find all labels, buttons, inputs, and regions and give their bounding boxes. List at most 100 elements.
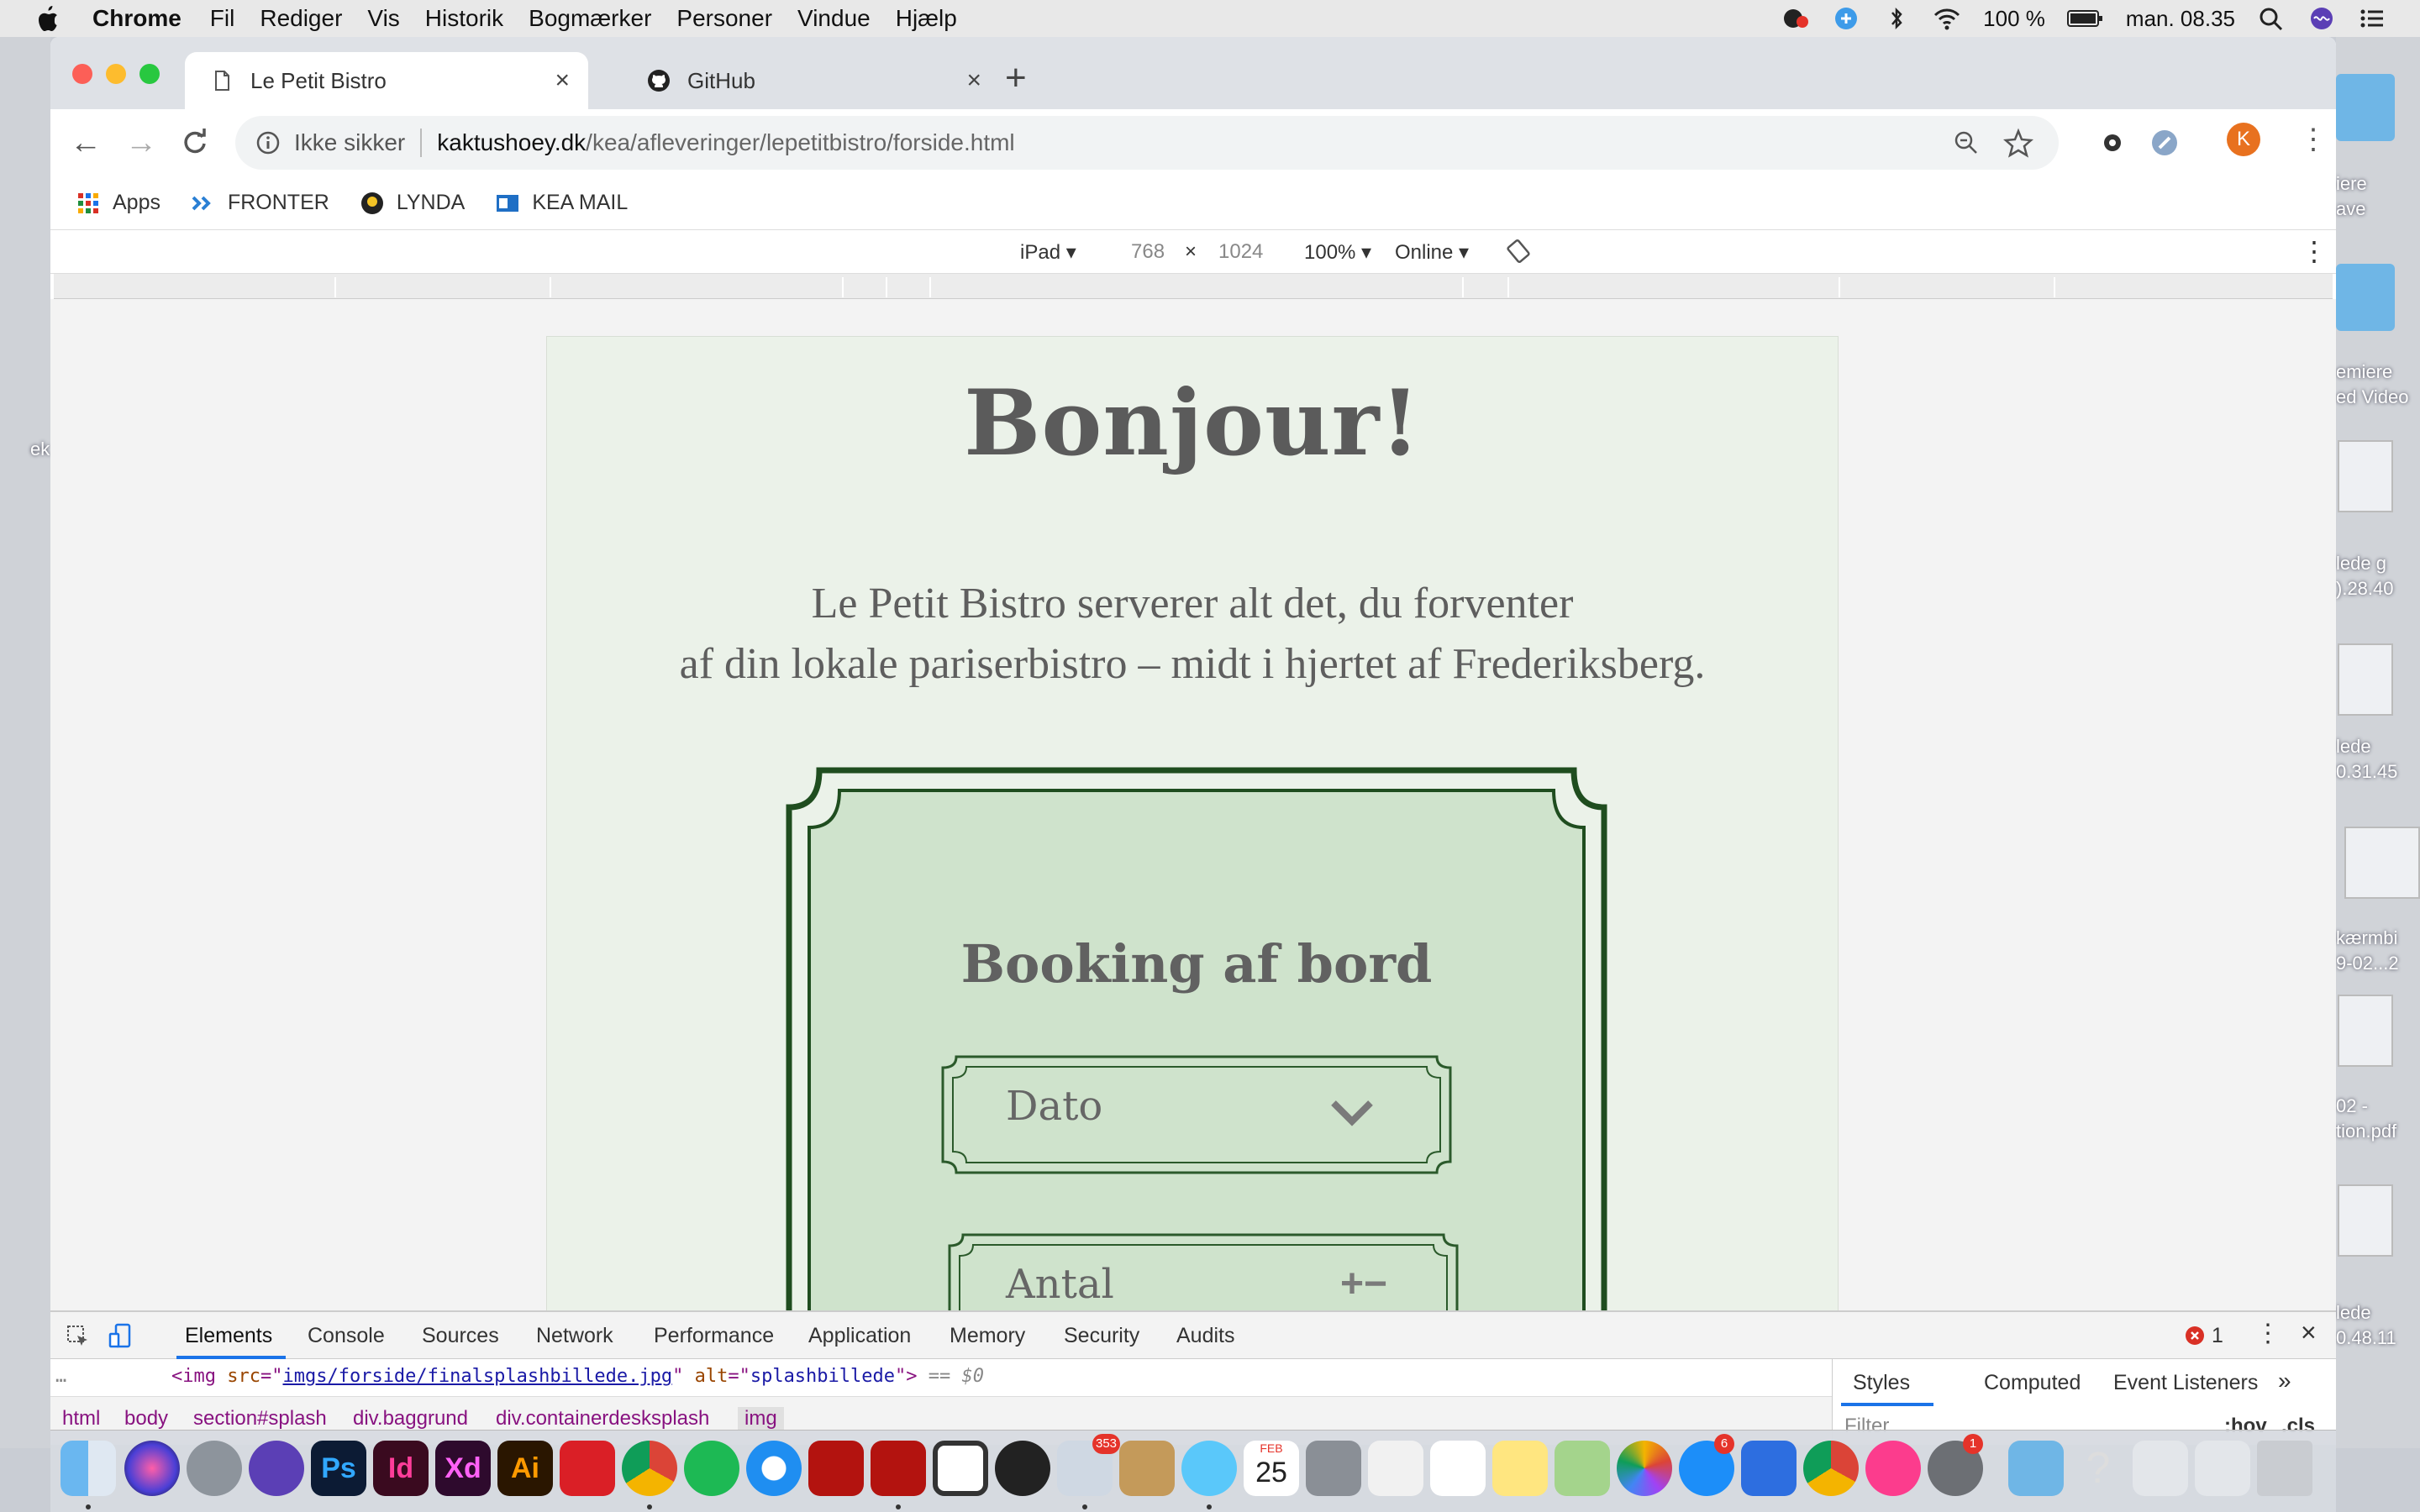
window-manager-icon[interactable] (933, 1441, 988, 1496)
breadcrumb-item[interactable]: html (62, 1407, 100, 1431)
launchpad-icon[interactable] (187, 1441, 242, 1496)
tab-event-listeners[interactable]: Event Listeners (2113, 1371, 2258, 1395)
tab-audits[interactable]: Audits (1176, 1324, 1234, 1348)
close-window-icon[interactable] (72, 64, 92, 84)
calendar-icon[interactable]: FEB 25 (1244, 1441, 1299, 1496)
notification-center-icon[interactable] (2358, 6, 2386, 31)
browser-menu-icon[interactable]: ⋮ (2299, 123, 2328, 160)
desktop-file-icon[interactable] (2344, 827, 2420, 899)
reminders-icon[interactable] (1430, 1441, 1486, 1496)
zoom-window-icon[interactable] (139, 64, 160, 84)
bookmark-fronter[interactable]: FRONTER (191, 191, 329, 216)
menu-edit[interactable]: Rediger (260, 5, 342, 32)
breadcrumb-item[interactable]: body (124, 1407, 168, 1431)
device-select[interactable]: iPad ▾ (1020, 240, 1076, 265)
tab-github[interactable]: GitHub × (597, 52, 1000, 109)
apple-icon[interactable] (34, 4, 59, 33)
chrome-icon[interactable] (1803, 1441, 1859, 1496)
imovie-star-icon[interactable] (249, 1441, 304, 1496)
extension-icon[interactable] (2096, 126, 2129, 160)
zoom-icon[interactable] (1953, 129, 1980, 156)
notes-icon[interactable] (1492, 1441, 1548, 1496)
device-toolbar-menu-icon[interactable]: ⋮ (2301, 235, 2328, 267)
src-link[interactable]: imgs/forside/finalsplashbillede.jpg (282, 1366, 672, 1387)
security-status[interactable]: Ikke sikker (294, 129, 405, 156)
tab-sources[interactable]: Sources (422, 1324, 499, 1348)
devtools-menu-icon[interactable]: ⋮ (2255, 1319, 2281, 1348)
indesign-icon[interactable]: Id (373, 1441, 429, 1496)
bluetooth-icon[interactable] (1882, 6, 1911, 31)
device-toggle-icon[interactable] (108, 1322, 133, 1349)
menu-file[interactable]: Fil (210, 5, 235, 32)
close-devtools-icon[interactable]: × (2301, 1317, 2317, 1348)
filezilla-icon[interactable] (808, 1441, 864, 1496)
tab-performance[interactable]: Performance (654, 1324, 774, 1348)
plus-minus-controls[interactable]: +− (1340, 1261, 1387, 1307)
trash-icon[interactable] (2257, 1441, 2312, 1496)
desktop-file-icon[interactable] (2338, 643, 2393, 716)
device-width-field[interactable]: 768 (1131, 240, 1165, 264)
desktop-file-icon[interactable] (2338, 1184, 2393, 1257)
contacts-icon[interactable] (1119, 1441, 1175, 1496)
filezilla-icon[interactable] (871, 1441, 926, 1496)
menu-clock[interactable]: man. 08.35 (2126, 6, 2235, 32)
photoshop-icon[interactable]: Ps (311, 1441, 366, 1496)
question-icon[interactable]: ? (2070, 1441, 2126, 1496)
tab-le-petit-bistro[interactable]: Le Petit Bistro × (185, 52, 588, 109)
battery-icon[interactable] (2066, 6, 2104, 31)
address-bar[interactable]: Ikke sikker kaktushoey.dk /kea/afleverin… (235, 116, 2059, 170)
siri-dock-icon[interactable] (124, 1441, 180, 1496)
calculator-icon[interactable] (1306, 1441, 1361, 1496)
menu-app-name[interactable]: Chrome (92, 5, 182, 32)
desktop-folder-icon[interactable] (2336, 264, 2395, 331)
wifi-icon[interactable] (1933, 6, 1961, 31)
creative-cloud-dock-icon[interactable] (560, 1441, 615, 1496)
forward-icon[interactable]: → (123, 124, 160, 161)
more-icon[interactable]: … (55, 1366, 66, 1387)
inspect-element-icon[interactable] (66, 1324, 91, 1349)
document-stack-icon[interactable] (2133, 1441, 2188, 1496)
menu-view[interactable]: Vis (367, 5, 399, 32)
breadcrumb-item[interactable]: div.containerdesksplash (496, 1407, 709, 1431)
tab-network[interactable]: Network (536, 1324, 613, 1348)
minimize-window-icon[interactable] (106, 64, 126, 84)
dom-tree-selected-node[interactable]: … <img src="imgs/forside/finalsplashbill… (50, 1359, 1832, 1396)
maps-icon[interactable] (1555, 1441, 1610, 1496)
tab-styles[interactable]: Styles (1853, 1371, 1910, 1395)
media-query-bar[interactable] (54, 274, 2333, 299)
reload-icon[interactable] (176, 124, 213, 161)
messages-icon[interactable] (1181, 1441, 1237, 1496)
photos-icon[interactable] (1617, 1441, 1672, 1496)
keynote-icon[interactable] (1741, 1441, 1797, 1496)
creative-cloud-icon[interactable] (1781, 6, 1810, 31)
illustrator-icon[interactable]: Ai (497, 1441, 553, 1496)
extension-icon[interactable] (2148, 126, 2181, 160)
finder-icon[interactable] (60, 1441, 116, 1496)
tab-security[interactable]: Security (1064, 1324, 1139, 1348)
bookmark-lynda[interactable]: LYNDA (360, 191, 465, 216)
menu-window[interactable]: Vindue (797, 5, 871, 32)
breadcrumb-item[interactable]: div.baggrund (353, 1407, 468, 1431)
bookmark-star-icon[interactable] (2003, 128, 2033, 158)
tab-console[interactable]: Console (308, 1324, 385, 1348)
tab-application[interactable]: Application (808, 1324, 911, 1348)
error-count[interactable]: 1 (2212, 1324, 2223, 1348)
bookmark-apps[interactable]: Apps (76, 191, 160, 216)
folder-icon[interactable] (2008, 1441, 2064, 1496)
spotlight-search-icon[interactable] (2257, 6, 2286, 31)
info-icon[interactable] (255, 130, 281, 155)
back-icon[interactable]: ← (67, 124, 104, 161)
close-tab-icon[interactable]: × (966, 66, 981, 95)
textedit-icon[interactable] (1368, 1441, 1423, 1496)
itunes-icon[interactable] (1865, 1441, 1921, 1496)
spotify-icon[interactable] (684, 1441, 739, 1496)
rotate-icon[interactable] (1506, 239, 1531, 264)
breadcrumb-item[interactable]: img (738, 1407, 784, 1431)
menu-help[interactable]: Hjælp (896, 5, 957, 32)
tab-memory[interactable]: Memory (950, 1324, 1025, 1348)
network-throttle-select[interactable]: Online ▾ (1395, 240, 1469, 265)
date-select[interactable]: Dato (940, 1054, 1453, 1175)
desktop-file-icon[interactable] (2338, 995, 2393, 1067)
tab-computed[interactable]: Computed (1984, 1371, 2081, 1395)
menu-history[interactable]: Historik (425, 5, 503, 32)
